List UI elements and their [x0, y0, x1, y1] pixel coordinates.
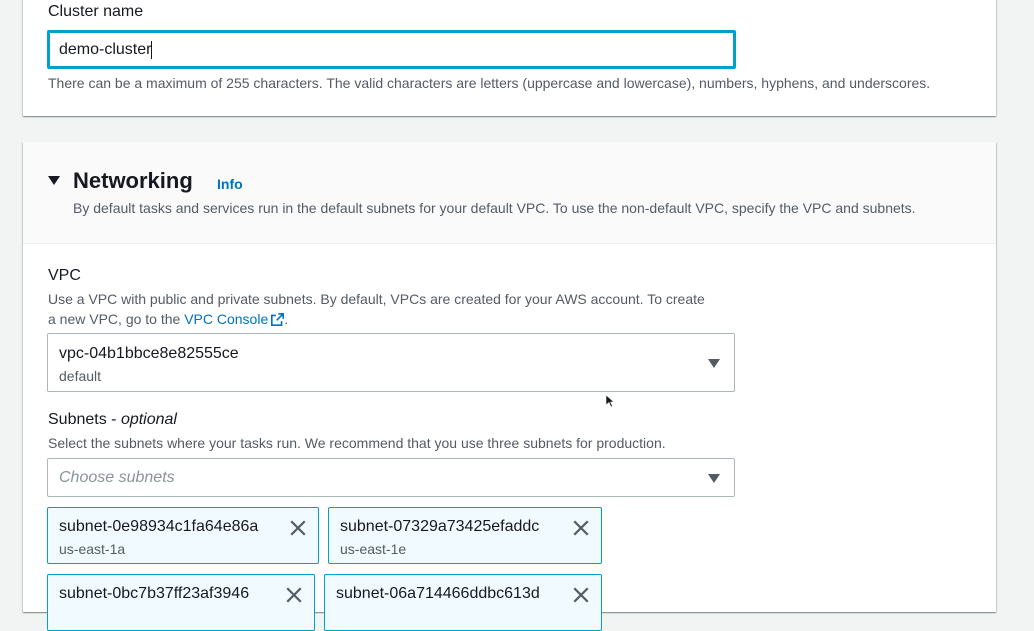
cluster-name-hint: There can be a maximum of 255 characters…	[48, 75, 931, 91]
close-icon[interactable]	[289, 519, 307, 537]
external-link-icon	[271, 313, 285, 326]
vpc-description-prefix: a new VPC, go to the	[48, 311, 185, 327]
close-icon[interactable]	[285, 586, 303, 604]
subnet-token-id: subnet-0bc7b37ff23af3946	[59, 585, 250, 602]
chevron-down-icon	[708, 474, 720, 483]
cluster-name-input[interactable]: demo-cluster	[47, 30, 736, 69]
subnet-token-id: subnet-07329a73425efaddc	[340, 518, 540, 535]
vpc-description-line1: Use a VPC with public and private subnet…	[48, 291, 705, 307]
subnets-select[interactable]: Choose subnets	[47, 458, 735, 497]
networking-title[interactable]: Networking	[73, 168, 193, 194]
subnet-token-id: subnet-0e98934c1fa64e86a	[59, 518, 259, 535]
vpc-description-line2: a new VPC, go to the VPC Console.	[48, 309, 288, 329]
vpc-selected-id: vpc-04b1bbce8e82555ce	[59, 345, 239, 362]
vpc-description-suffix: .	[284, 311, 289, 327]
vpc-selected-name: default	[59, 368, 102, 384]
close-icon[interactable]	[572, 586, 590, 604]
info-link[interactable]: Info	[217, 176, 243, 192]
vpc-label: VPC	[48, 267, 81, 284]
vpc-console-link[interactable]: VPC Console	[184, 311, 285, 327]
subnet-token-az: us-east-1a	[59, 541, 126, 557]
subnets-label: Subnets - optional	[48, 411, 177, 429]
chevron-down-icon	[708, 359, 720, 368]
subnet-token: subnet-07329a73425efaddc us-east-1e	[328, 507, 602, 564]
subnet-token-id: subnet-06a714466ddbc613d	[336, 585, 540, 602]
cluster-name-value: demo-cluster	[59, 40, 152, 58]
subnets-description: Select the subnets where your tasks run.…	[48, 435, 666, 451]
subnet-token: subnet-06a714466ddbc613d	[324, 574, 602, 631]
subnet-token-az: us-east-1e	[340, 541, 407, 557]
close-icon[interactable]	[572, 519, 590, 537]
subnets-optional-text: optional	[120, 411, 177, 428]
subnets-label-text: Subnets -	[48, 411, 121, 428]
networking-description: By default tasks and services run in the…	[73, 200, 916, 216]
vpc-console-link-text: VPC Console	[184, 311, 269, 327]
subnet-token: subnet-0bc7b37ff23af3946	[47, 574, 315, 631]
cluster-name-label: Cluster name	[48, 3, 144, 20]
caret-down-icon[interactable]	[48, 176, 60, 185]
networking-header: Networking Info By default tasks and ser…	[23, 142, 996, 244]
subnet-token: subnet-0e98934c1fa64e86a us-east-1a	[47, 507, 319, 564]
vpc-select[interactable]: vpc-04b1bbce8e82555ce default	[47, 333, 735, 392]
text-cursor	[151, 40, 153, 59]
mouse-pointer-icon	[606, 395, 614, 407]
subnets-placeholder: Choose subnets	[59, 469, 175, 486]
